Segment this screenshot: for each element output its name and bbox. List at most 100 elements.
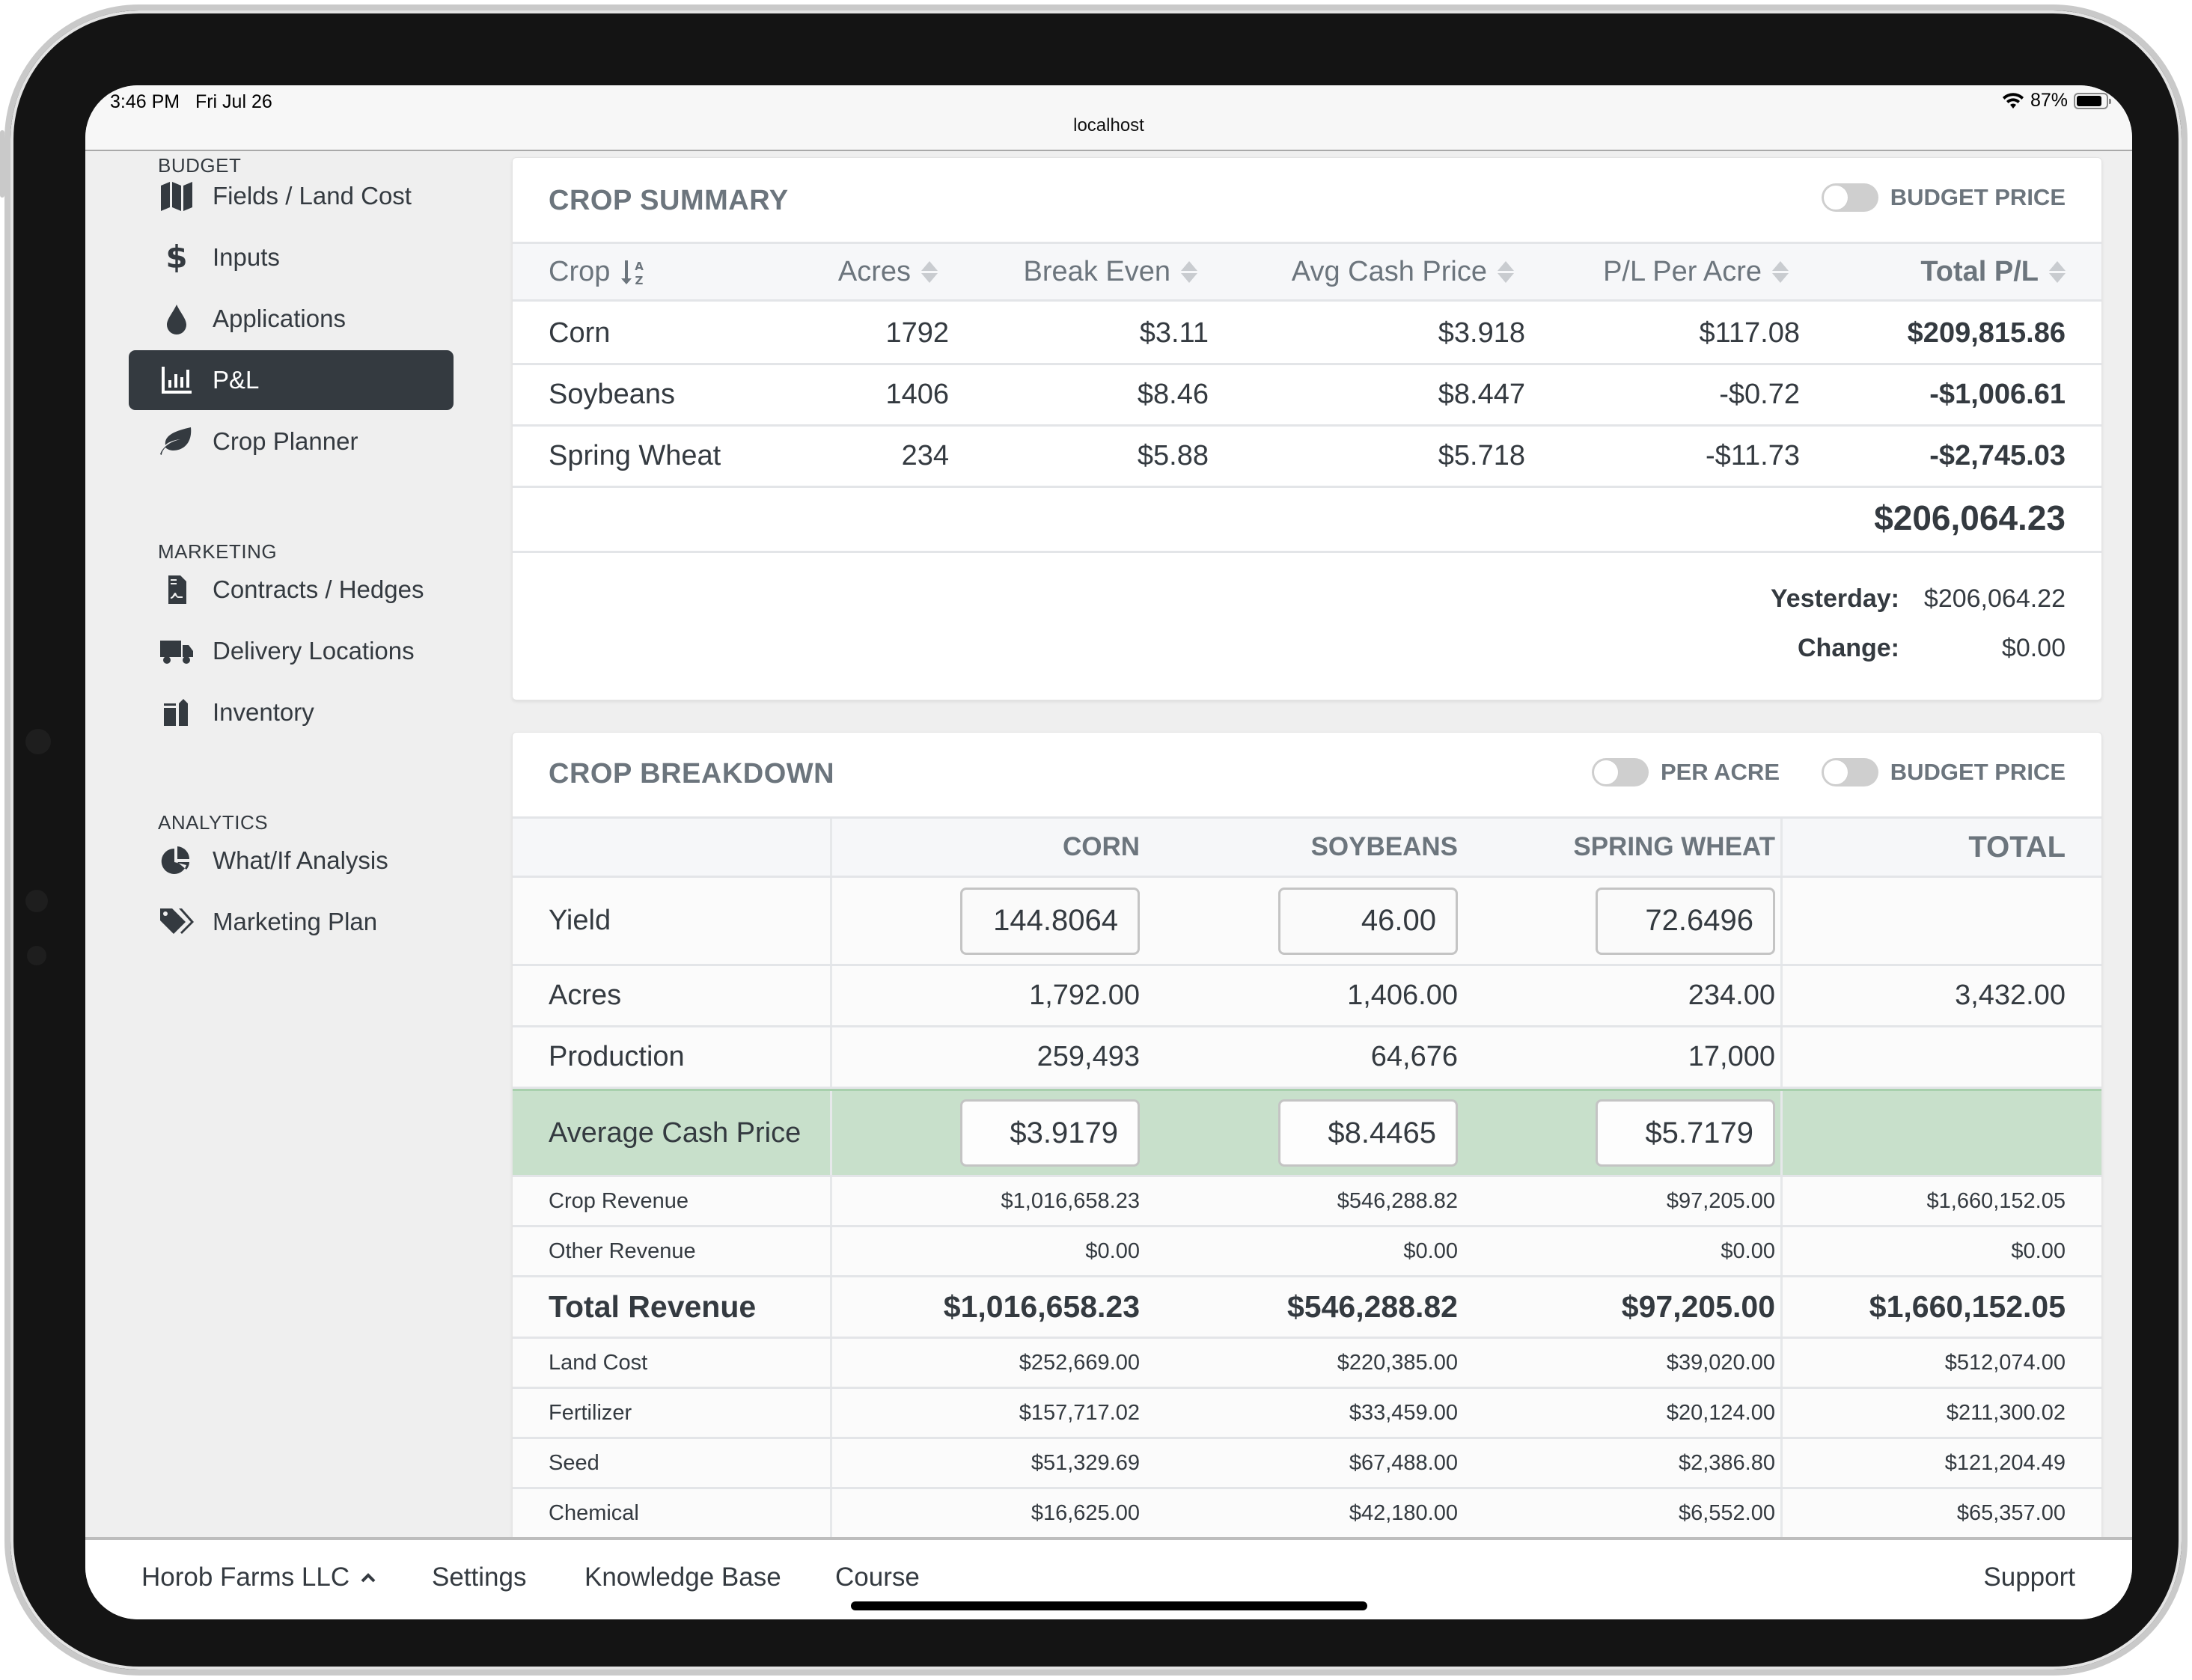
contract-icon xyxy=(157,573,196,606)
cell-soybeans: $67,488.00 xyxy=(1349,1450,1458,1475)
cell-break-even: $8.46 xyxy=(1137,379,1209,410)
sidebar-item-applications[interactable]: Applications xyxy=(129,289,454,349)
yield-input-corn[interactable]: 144.8064 xyxy=(960,887,1140,955)
volume-button xyxy=(0,130,4,198)
header-label: Total P/L xyxy=(1920,256,2039,287)
sensor-dot xyxy=(25,890,48,912)
cash-price-input-corn[interactable]: $3.9179 xyxy=(960,1099,1140,1167)
course-link[interactable]: Course xyxy=(835,1563,920,1592)
cell-total: $0.00 xyxy=(2011,1238,2066,1263)
yield-input-spring-wheat[interactable]: 72.6496 xyxy=(1596,887,1775,955)
cell-pl-per-acre: -$11.73 xyxy=(1705,440,1800,471)
cell-soybeans: $42,180.00 xyxy=(1349,1500,1458,1525)
column-header-total-pl[interactable]: Total P/L xyxy=(1920,256,2066,288)
toggle-switch[interactable] xyxy=(1821,183,1878,212)
cell-total: $1,660,152.05 xyxy=(1926,1188,2066,1213)
ipad-frame: 3:46 PM Fri Jul 26 localhost 87% BUDGET … xyxy=(0,4,2188,1676)
cell-acres: 234 xyxy=(901,440,949,471)
cell-spring-wheat: $2,386.80 xyxy=(1678,1450,1775,1475)
cell-soybeans: $0.00 xyxy=(1403,1238,1458,1263)
toggle-label: PER ACRE xyxy=(1660,759,1780,785)
row-label: Yield xyxy=(549,905,611,936)
url-label[interactable]: localhost xyxy=(85,115,2132,136)
cell-total: $1,660,152.05 xyxy=(1869,1289,2066,1324)
cell-spring-wheat: $0.00 xyxy=(1721,1238,1775,1263)
column-header-corn: CORN xyxy=(1062,832,1140,861)
breakdown-header-row: CORN SOYBEANS SPRING WHEAT TOTAL xyxy=(513,816,2101,878)
cell-total-pl: -$1,006.61 xyxy=(1929,379,2066,410)
cell-corn: $1,016,658.23 xyxy=(943,1289,1140,1324)
sidebar-item-crop-planner[interactable]: Crop Planner xyxy=(129,412,454,471)
sort-icon xyxy=(921,261,938,283)
sidebar-item-pl[interactable]: P&L xyxy=(129,350,454,410)
column-header-avg-cash-price[interactable]: Avg Cash Price xyxy=(1292,256,1514,288)
svg-text:$: $ xyxy=(165,242,187,273)
row-label: Seed xyxy=(549,1450,599,1475)
cell-total: $512,074.00 xyxy=(1944,1350,2066,1375)
cell-total: $121,204.49 xyxy=(1944,1450,2066,1475)
sidebar-item-fields-land-cost[interactable]: Fields / Land Cost xyxy=(129,166,454,226)
cell-spring-wheat: 17,000 xyxy=(1688,1041,1775,1072)
breakdown-row-total-revenue: Total Revenue $1,016,658.23 $546,288.82 $97… xyxy=(513,1277,2101,1339)
sidebar-item-delivery-locations[interactable]: Delivery Locations xyxy=(129,621,454,681)
toggle-knob xyxy=(1822,185,1848,210)
cell-pl-per-acre: -$0.72 xyxy=(1719,379,1800,410)
home-indicator[interactable] xyxy=(851,1601,1367,1610)
battery-icon xyxy=(2074,92,2111,109)
cash-price-input-soybeans[interactable]: $8.4465 xyxy=(1278,1099,1458,1167)
settings-link[interactable]: Settings xyxy=(432,1563,526,1592)
column-header-pl-per-acre[interactable]: P/L Per Acre xyxy=(1603,256,1789,288)
cash-price-input-spring-wheat[interactable]: $5.7179 xyxy=(1596,1099,1775,1167)
crop-summary-title: CROP SUMMARY xyxy=(549,185,789,216)
date-text: Fri Jul 26 xyxy=(195,91,272,112)
cell-corn: 1,792.00 xyxy=(1029,980,1140,1011)
column-header-crop[interactable]: Crop A Z xyxy=(549,256,646,288)
toggle-switch[interactable] xyxy=(1591,758,1649,786)
cell-total: $65,357.00 xyxy=(1956,1500,2066,1525)
column-divider xyxy=(830,819,832,876)
svg-text:Z: Z xyxy=(635,274,644,286)
sidebar-item-marketing-plan[interactable]: Marketing Plan xyxy=(129,892,454,952)
knowledge-base-link[interactable]: Knowledge Base xyxy=(584,1563,781,1592)
cell-soybeans: $546,288.82 xyxy=(1337,1188,1458,1213)
support-link[interactable]: Support xyxy=(1983,1563,2075,1592)
header-label: Crop xyxy=(549,256,611,287)
summary-row: Corn 1792 $3.11 $3.918 $117.08 $209,815.86 xyxy=(513,304,2101,365)
per-acre-toggle[interactable]: PER ACRE xyxy=(1591,758,1780,786)
cell-corn: 259,493 xyxy=(1037,1041,1140,1072)
breakdown-row-seed: Seed $51,329.69 $67,488.00 $2,386.80 $121,20… xyxy=(513,1439,2101,1489)
column-divider xyxy=(1780,1177,1783,1225)
column-divider xyxy=(1780,1091,1783,1175)
column-header-acres[interactable]: Acres xyxy=(838,256,938,288)
sidebar-item-contracts-hedges[interactable]: Contracts / Hedges xyxy=(129,560,454,620)
cell-total-pl: $209,815.86 xyxy=(1907,317,2066,349)
cell-spring-wheat: 234.00 xyxy=(1688,980,1775,1011)
column-header-spring-wheat: SPRING WHEAT xyxy=(1573,832,1775,861)
column-divider xyxy=(1780,1439,1783,1487)
column-divider xyxy=(1780,819,1783,876)
sidebar-item-what-if-analysis[interactable]: What/If Analysis xyxy=(129,831,454,891)
yield-input-soybeans[interactable]: 46.00 xyxy=(1278,887,1458,955)
column-header-break-even[interactable]: Break Even xyxy=(1024,256,1197,288)
toggle-switch[interactable] xyxy=(1821,758,1878,786)
company-menu[interactable]: Horob Farms LLC xyxy=(141,1563,376,1592)
column-divider xyxy=(1780,1277,1783,1337)
budget-price-toggle[interactable]: BUDGET PRICE xyxy=(1821,758,2066,786)
leaf-icon xyxy=(157,425,196,458)
budget-price-toggle[interactable]: BUDGET PRICE xyxy=(1821,183,2066,212)
svg-text:A: A xyxy=(635,260,644,273)
row-label: Land Cost xyxy=(549,1350,648,1375)
cell-corn: $3.9179 xyxy=(960,1091,1140,1175)
cell-corn: $0.00 xyxy=(1085,1238,1140,1263)
sensor-dot xyxy=(27,946,46,965)
chevron-up-icon xyxy=(361,1573,376,1583)
cell-total: 3,432.00 xyxy=(1955,980,2066,1011)
grand-total-row: $206,064.23 xyxy=(513,486,2101,553)
time-text: 3:46 PM xyxy=(110,91,180,112)
sidebar-item-inputs[interactable]: $ Inputs xyxy=(129,227,454,287)
sidebar-item-inventory[interactable]: Inventory xyxy=(129,682,454,742)
breakdown-row-crop-revenue: Crop Revenue $1,016,658.23 $546,288.82 $97,… xyxy=(513,1177,2101,1227)
sort-icon xyxy=(1181,261,1197,283)
battery-percent: 87% xyxy=(2030,90,2068,111)
sidebar-item-label: Fields / Land Cost xyxy=(213,182,412,210)
